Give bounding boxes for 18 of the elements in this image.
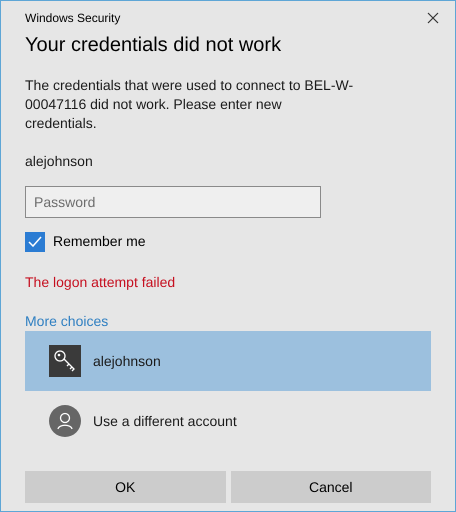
choice-label: Use a different account <box>93 412 237 430</box>
account-choice[interactable]: Use a different account <box>25 391 431 451</box>
checkbox[interactable] <box>25 232 45 252</box>
dialog-button[interactable]: OK <box>25 471 226 503</box>
dialog-heading: Your credentials did not work <box>25 33 282 58</box>
key-icon <box>49 345 81 377</box>
window-title: Windows Security <box>25 10 120 27</box>
message-text: The credentials that were used to connect to BEL-W-00047116 did not work. Please enter new credentials. <box>25 76 354 133</box>
password-field[interactable]: Password <box>25 186 321 218</box>
choice-label: alejohnson <box>93 352 161 371</box>
account-choice[interactable]: alejohnson <box>25 331 431 391</box>
checkmark-icon <box>28 236 42 248</box>
dialog-button[interactable]: Cancel <box>230 471 431 503</box>
username-text: alejohnson <box>25 152 94 171</box>
checkbox-label: Remember me <box>53 232 146 251</box>
error-message: The logon attempt failed <box>25 273 176 292</box>
person-icon <box>49 405 81 437</box>
close-icon <box>427 12 439 24</box>
